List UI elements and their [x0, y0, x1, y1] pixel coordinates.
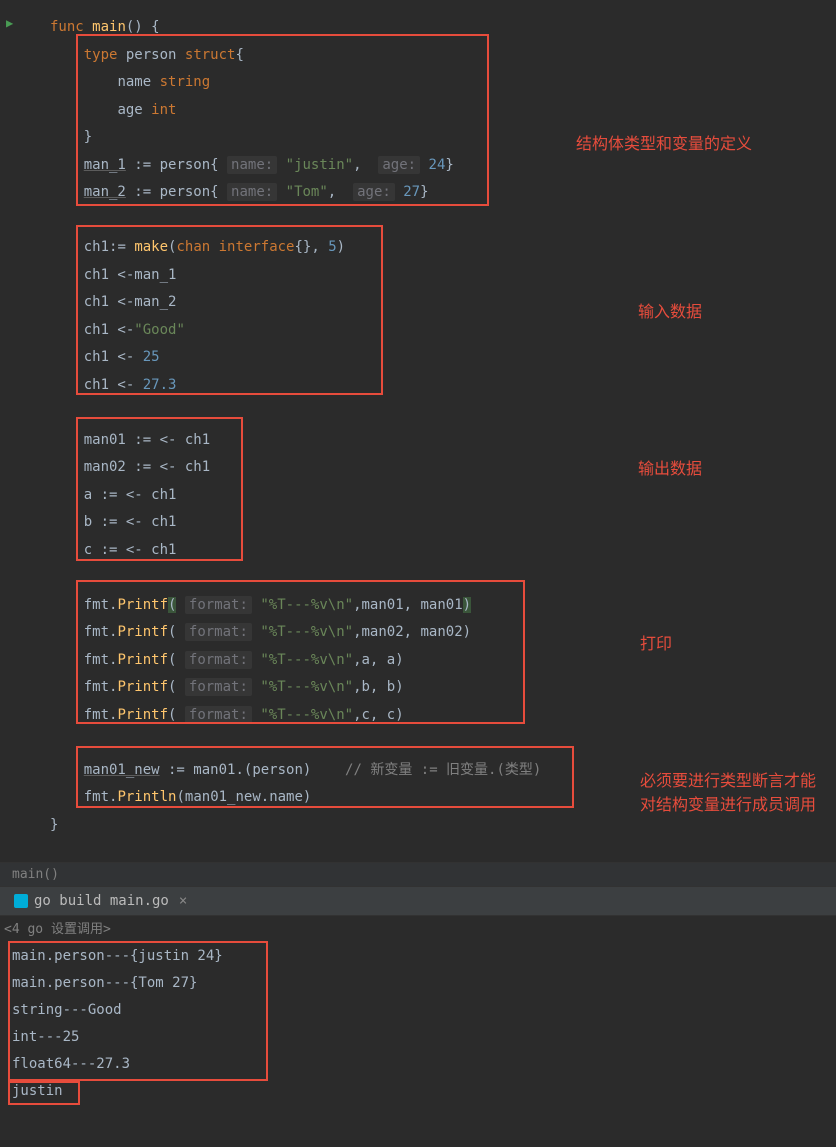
code-line: man_1 := person{ name: "justin", age: 24… — [50, 152, 836, 180]
breadcrumb[interactable]: main() — [0, 862, 836, 886]
console-line: main.person---{justin 24} — [12, 943, 824, 970]
console-line: main.person---{Tom 27} — [12, 970, 824, 997]
code-line: ch1 <- 25 — [50, 344, 836, 372]
code-line: a := <- ch1 — [50, 482, 836, 510]
annotation-text-1: 结构体类型和变量的定义 — [576, 130, 752, 154]
run-tab[interactable]: go build main.go × — [8, 891, 193, 911]
code-line — [50, 729, 836, 757]
code-line — [50, 207, 836, 235]
code-line: ch1 <-man_1 — [50, 262, 836, 290]
annotation-text-4: 打印 — [640, 630, 672, 654]
run-tab-bar: go build main.go × — [0, 886, 836, 915]
code-line: man02 := <- ch1 — [50, 454, 836, 482]
console-output[interactable]: main.person---{justin 24} main.person---… — [0, 939, 836, 1109]
console-line: float64---27.3 — [12, 1051, 824, 1078]
code-line: fmt.Printf( format: "%T---%v\n",b, b) — [50, 674, 836, 702]
debug-bar[interactable]: <4 go 设置调用> — [0, 915, 836, 939]
code-line — [50, 399, 836, 427]
console-line: int---25 — [12, 1024, 824, 1051]
close-icon[interactable]: × — [179, 893, 187, 909]
code-line: fmt.Printf( format: "%T---%v\n",man02, m… — [50, 619, 836, 647]
code-line — [50, 564, 836, 592]
code-line: man01 := <- ch1 — [50, 427, 836, 455]
code-editor[interactable]: ▶ func main() { type person struct{ name… — [0, 0, 836, 862]
run-icon[interactable]: ▶ — [6, 16, 13, 30]
code-line: ch1 <- 27.3 — [50, 372, 836, 400]
debug-label: <4 go 设置调用> — [4, 922, 111, 937]
code-line: fmt.Printf( format: "%T---%v\n",man01, m… — [50, 592, 836, 620]
console-line: justin — [12, 1078, 824, 1105]
code-line: b := <- ch1 — [50, 509, 836, 537]
code-line: c := <- ch1 — [50, 537, 836, 565]
code-line: type person struct{ — [50, 42, 836, 70]
console-line: string---Good — [12, 997, 824, 1024]
code-line: func main() { — [50, 14, 836, 42]
code-line: fmt.Printf( format: "%T---%v\n",c, c) — [50, 702, 836, 730]
code-line: name string — [50, 69, 836, 97]
tab-label: go build main.go — [34, 893, 169, 909]
code-line: man_2 := person{ name: "Tom", age: 27} — [50, 179, 836, 207]
go-icon — [14, 894, 28, 908]
code-line: ch1:= make(chan interface{}, 5) — [50, 234, 836, 262]
gutter: ▶ — [0, 14, 40, 876]
annotation-text-3: 输出数据 — [638, 455, 702, 479]
annotation-text-2: 输入数据 — [638, 298, 702, 322]
code-line: age int — [50, 97, 836, 125]
code-line: fmt.Printf( format: "%T---%v\n",a, a) — [50, 647, 836, 675]
code-line: ch1 <-"Good" — [50, 317, 836, 345]
annotation-text-5: 必须要进行类型断言才能对结构变量进行成员调用 — [640, 770, 820, 818]
code-line: ch1 <-man_2 — [50, 289, 836, 317]
